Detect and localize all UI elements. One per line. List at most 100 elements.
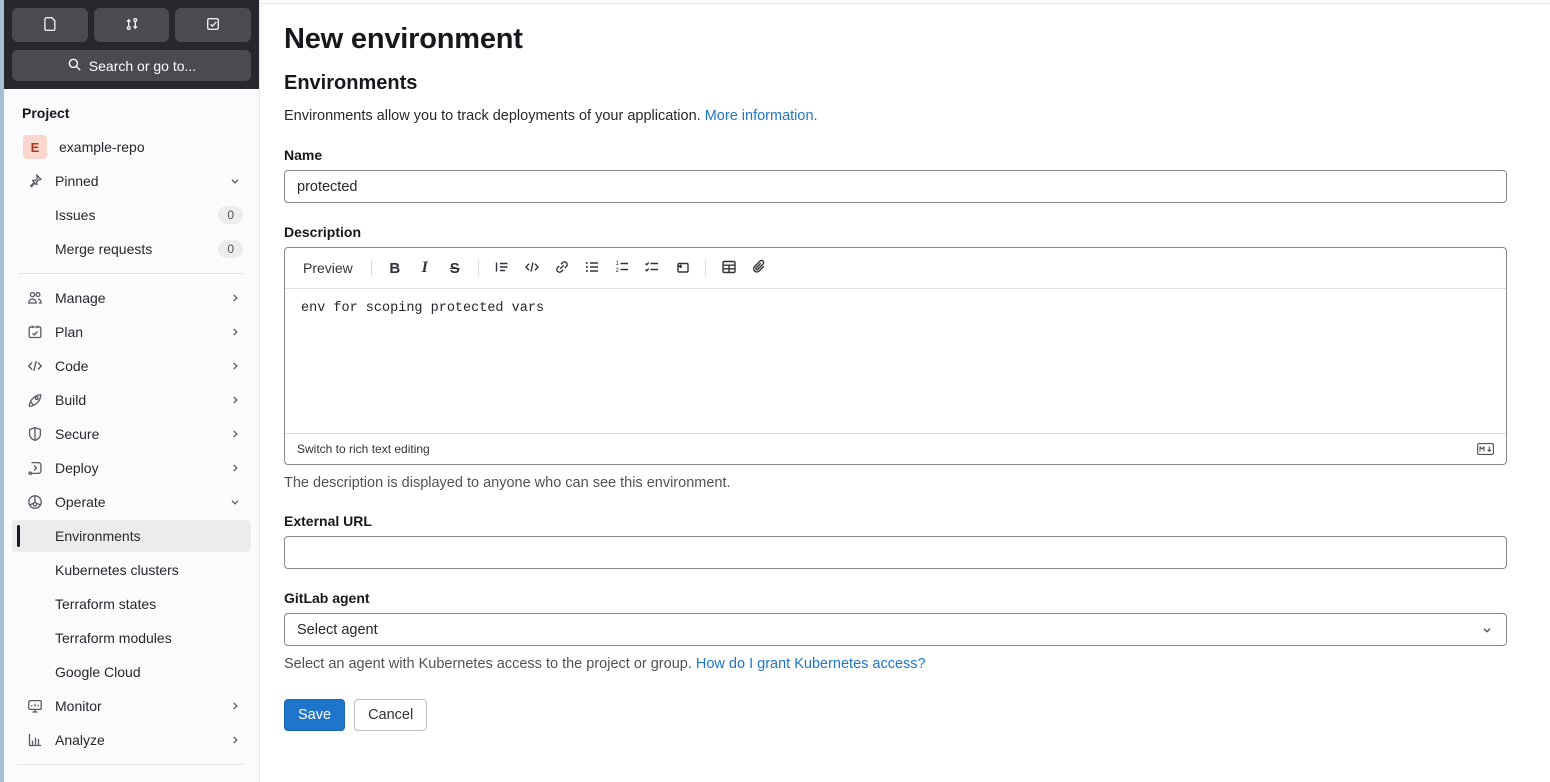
chevron-right-icon	[228, 461, 242, 475]
chevron-down-icon	[228, 174, 242, 188]
form-actions: Save Cancel	[284, 699, 1507, 731]
sidebar-item-secure[interactable]: Secure	[12, 418, 251, 450]
chevron-right-icon	[228, 733, 242, 747]
bold-button[interactable]: B	[380, 255, 410, 281]
sidebar-item-label: Manage	[55, 290, 106, 306]
sidebar-item-issues[interactable]: Issues 0	[12, 199, 251, 231]
sidebar-item-plan[interactable]: Plan	[12, 316, 251, 348]
task-list-button[interactable]	[637, 255, 667, 281]
description-textarea[interactable]: env for scoping protected vars	[285, 289, 1506, 433]
search-icon	[67, 57, 82, 75]
collapsible-section-button[interactable]	[667, 255, 697, 281]
paperclip-icon	[751, 259, 767, 278]
agent-help-text: Select an agent with Kubernetes access t…	[284, 656, 926, 672]
agent-select[interactable]: Select agent	[284, 613, 1507, 646]
merge-requests-count-badge: 0	[218, 240, 243, 258]
page-title: New environment	[284, 23, 523, 55]
gitlab-agent-label: GitLab agent	[284, 590, 370, 606]
name-field-group: Name	[284, 147, 1507, 203]
markdown-icon[interactable]	[1477, 443, 1494, 455]
sidebar-item-analyze[interactable]: Analyze	[12, 724, 251, 756]
bullet-list-button[interactable]	[577, 255, 607, 281]
toolbar-separator	[477, 260, 479, 276]
attach-file-button[interactable]	[744, 255, 774, 281]
italic-button[interactable]: I	[410, 255, 440, 281]
section-title: Environments	[284, 72, 418, 94]
sidebar-item-label: Environments	[55, 528, 141, 544]
sidebar-item-code[interactable]: Code	[12, 350, 251, 382]
sidebar-item-terraform-states[interactable]: Terraform states	[12, 588, 251, 620]
sidebar-item-deploy[interactable]: Deploy	[12, 452, 251, 484]
project-avatar: E	[23, 135, 47, 159]
sidebar-item-terraform-modules[interactable]: Terraform modules	[12, 622, 251, 654]
sidebar-item-merge-requests[interactable]: Merge requests 0	[12, 233, 251, 265]
sidebar-item-label: Secure	[55, 426, 100, 442]
chevron-right-icon	[228, 427, 242, 441]
todos-icon	[205, 16, 221, 35]
description-field-group: Description Preview B I S 1 2 env for sc…	[284, 224, 1507, 491]
cancel-button[interactable]: Cancel	[354, 699, 428, 731]
save-button[interactable]: Save	[284, 699, 346, 731]
sidebar-item-label: Analyze	[55, 732, 105, 748]
more-information-link[interactable]: More information.	[705, 108, 818, 124]
preview-button[interactable]: Preview	[295, 255, 363, 281]
sidebar-item-label: Plan	[55, 324, 84, 340]
chevron-down-icon	[228, 495, 242, 509]
svg-text:2: 2	[615, 268, 619, 274]
switch-rich-text-link[interactable]: Switch to rich text editing	[297, 442, 430, 456]
name-input[interactable]	[284, 170, 1507, 203]
merge-request-icon	[124, 16, 140, 35]
chevron-down-icon	[1480, 623, 1494, 637]
code-icon	[524, 259, 540, 278]
task-list-icon	[644, 259, 660, 278]
operate-icon	[27, 494, 43, 510]
chevron-right-icon	[228, 291, 242, 305]
main-content: New environment Environments Environment…	[260, 0, 1550, 782]
table-button[interactable]	[714, 255, 744, 281]
sidebar-item-label: Issues	[55, 207, 96, 223]
sidebar-item-manage[interactable]: Manage	[12, 282, 251, 314]
description-help-text: The description is displayed to anyone w…	[284, 475, 731, 491]
sidebar-item-kubernetes-clusters[interactable]: Kubernetes clusters	[12, 554, 251, 586]
code-icon	[27, 358, 43, 374]
link-button[interactable]	[547, 255, 577, 281]
sidebar-item-monitor[interactable]: Monitor	[12, 690, 251, 722]
issues-shortcut-button[interactable]	[12, 8, 88, 42]
search-input[interactable]: Search or go to...	[12, 50, 251, 81]
strikethrough-button[interactable]: S	[440, 255, 470, 281]
agent-select-value: Select agent	[297, 621, 378, 638]
quote-button[interactable]	[487, 255, 517, 281]
merge-requests-shortcut-button[interactable]	[93, 8, 170, 42]
sidebar-item-environments[interactable]: Environments	[12, 520, 251, 552]
chart-icon	[27, 732, 43, 748]
calendar-icon	[27, 324, 43, 340]
shield-icon	[27, 426, 43, 442]
sidebar-item-operate[interactable]: Operate	[12, 486, 251, 518]
code-button[interactable]	[517, 255, 547, 281]
link-icon	[554, 259, 570, 278]
editor-footer: Switch to rich text editing	[285, 433, 1506, 464]
editor-toolbar: Preview B I S 1 2	[285, 248, 1506, 289]
users-icon	[27, 290, 43, 306]
rocket-icon	[27, 392, 43, 408]
sidebar-item-build[interactable]: Build	[12, 384, 251, 416]
search-placeholder: Search or go to...	[88, 57, 197, 74]
sidebar-item-pinned[interactable]: Pinned	[12, 165, 251, 197]
app-window: Search or go to... Project E example-rep…	[0, 0, 1550, 782]
external-url-input[interactable]	[284, 536, 1507, 569]
chevron-right-icon	[228, 359, 242, 373]
project-item[interactable]: E example-repo	[12, 131, 251, 163]
quote-icon	[494, 259, 510, 278]
sidebar-item-label: Code	[55, 358, 89, 374]
issues-count-badge: 0	[218, 206, 243, 224]
sidebar-item-label: Deploy	[55, 460, 99, 476]
numbered-list-button[interactable]: 12	[607, 255, 637, 281]
sidebar-item-google-cloud[interactable]: Google Cloud	[12, 656, 251, 688]
sidebar-divider	[18, 273, 245, 274]
sidebar-item-label: Terraform states	[55, 596, 157, 612]
gitlab-agent-field-group: GitLab agent Select agent Select an agen…	[284, 590, 1507, 672]
bullet-list-icon	[584, 259, 600, 278]
kubernetes-access-help-link[interactable]: How do I grant Kubernetes access?	[696, 656, 926, 672]
todos-shortcut-button[interactable]	[175, 8, 252, 42]
table-icon	[721, 259, 737, 278]
